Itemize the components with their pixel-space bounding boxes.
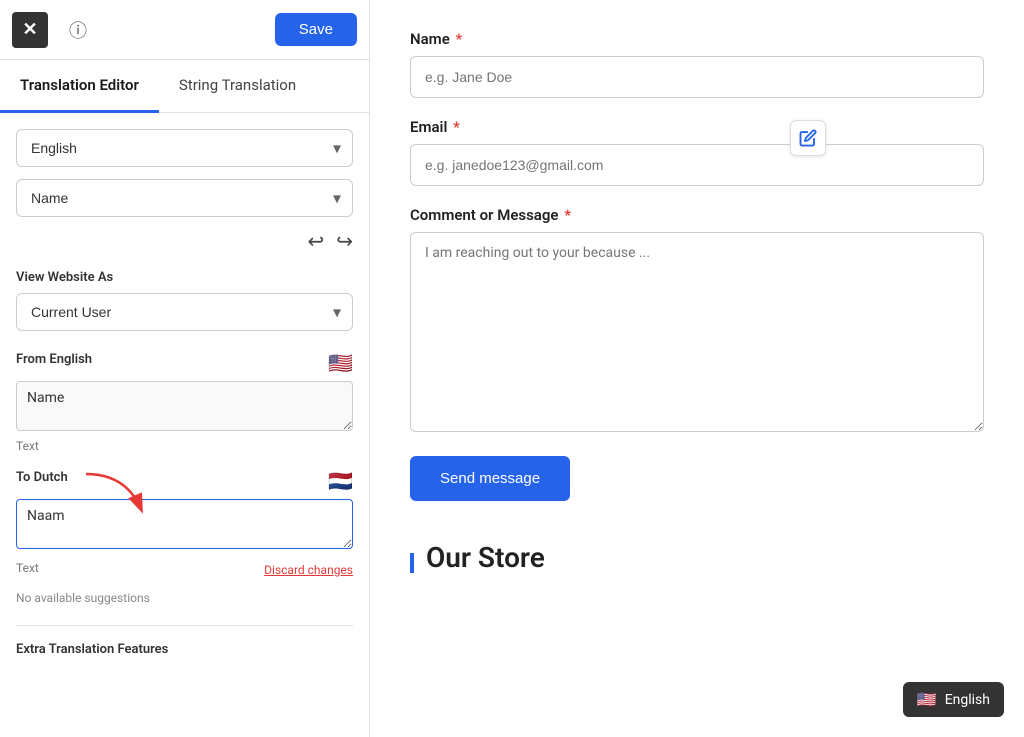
name-input[interactable] [410, 56, 984, 98]
send-message-button[interactable]: Send message [410, 456, 570, 501]
language-select[interactable]: English Dutch French German Spanish [16, 129, 353, 167]
left-panel: ✕ ⓘ Save Translation Editor String Trans… [0, 0, 370, 737]
name-field-label: Name * [410, 30, 984, 48]
from-field-type: Text [16, 439, 353, 453]
message-form-group: Comment or Message * [410, 206, 984, 436]
our-store-section: Our Store [410, 541, 984, 574]
no-suggestions-text: No available suggestions [16, 591, 353, 605]
message-required-star: * [560, 206, 570, 224]
undo-redo-bar: ↩ ↪ [16, 229, 353, 254]
to-label: To Dutch [16, 470, 68, 485]
panel-content: English Dutch French German Spanish Name… [0, 113, 369, 737]
view-as-label: View Website As [16, 270, 353, 285]
blue-divider [410, 553, 414, 573]
email-required-star: * [449, 118, 459, 136]
email-input[interactable] [410, 144, 984, 186]
contact-form: Name * Email * Comment or Message * Send… [410, 30, 984, 574]
tab-string-translation[interactable]: String Translation [159, 60, 316, 113]
right-panel: Name * Email * Comment or Message * Send… [370, 0, 1024, 737]
top-bar: ✕ ⓘ Save [0, 0, 369, 60]
save-button[interactable]: Save [275, 13, 357, 46]
our-store-heading: Our Store [426, 541, 545, 574]
name-required-star: * [452, 30, 462, 48]
to-footer: Text Discard changes [16, 557, 353, 583]
to-flag: 🇳🇱 [328, 469, 353, 493]
to-field-type: Text [16, 561, 39, 575]
discard-changes-link[interactable]: Discard changes [264, 563, 353, 577]
to-textarea[interactable]: Naam [16, 499, 353, 549]
close-button[interactable]: ✕ [12, 12, 48, 48]
from-flag: 🇺🇸 [328, 351, 353, 375]
to-section: To Dutch 🇳🇱 Naam Text Discard [16, 469, 353, 583]
from-label: From English [16, 352, 92, 367]
to-header: To Dutch 🇳🇱 [16, 469, 353, 493]
from-section: From English 🇺🇸 Name Text [16, 351, 353, 453]
lang-flag-icon: 🇺🇸 [917, 690, 937, 709]
extra-features-label: Extra Translation Features [16, 642, 353, 657]
name-form-group: Name * [410, 30, 984, 98]
tab-translation-editor[interactable]: Translation Editor [0, 60, 159, 113]
extra-features-section: Extra Translation Features [16, 625, 353, 657]
email-field-label: Email * [410, 118, 984, 136]
language-switcher[interactable]: 🇺🇸 English [903, 682, 1004, 717]
message-field-label: Comment or Message * [410, 206, 984, 224]
pencil-icon [799, 129, 817, 147]
from-header: From English 🇺🇸 [16, 351, 353, 375]
info-button[interactable]: ⓘ [60, 12, 96, 48]
name-select-wrapper: Name Email Comment or Message [16, 179, 353, 217]
view-as-section: View Website As Current User Guest Admin [16, 270, 353, 331]
from-textarea[interactable]: Name [16, 381, 353, 431]
undo-button[interactable]: ↩ [307, 229, 324, 254]
name-select[interactable]: Name Email Comment or Message [16, 179, 353, 217]
message-textarea[interactable] [410, 232, 984, 432]
language-select-wrapper: English Dutch French German Spanish [16, 129, 353, 167]
view-as-select-wrapper: Current User Guest Admin [16, 293, 353, 331]
edit-button[interactable] [790, 120, 826, 156]
to-textarea-wrapper: Naam [16, 499, 353, 553]
lang-switcher-label: English [945, 692, 990, 708]
redo-button[interactable]: ↪ [336, 229, 353, 254]
email-form-group: Email * [410, 118, 984, 186]
view-as-select[interactable]: Current User Guest Admin [16, 293, 353, 331]
tab-bar: Translation Editor String Translation [0, 60, 369, 113]
